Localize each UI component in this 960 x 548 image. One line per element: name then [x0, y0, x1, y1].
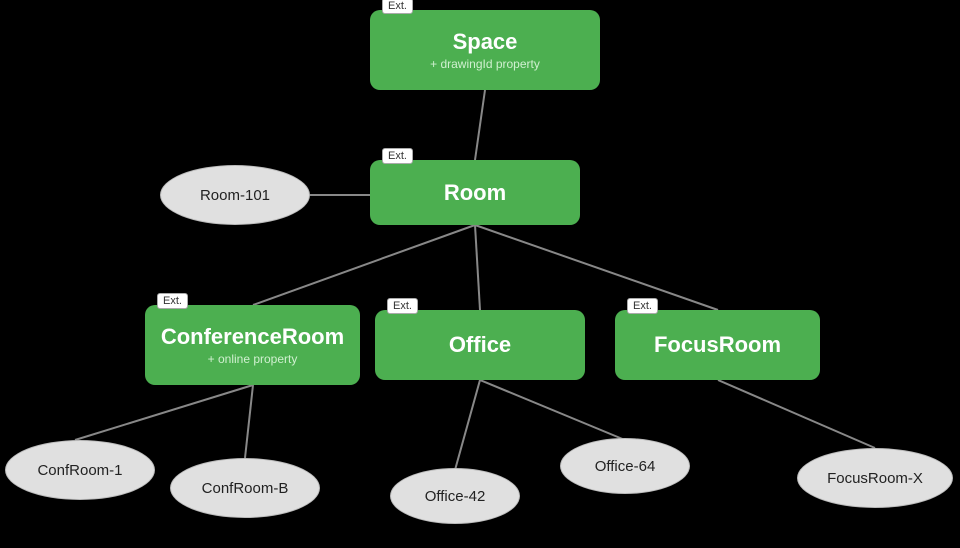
confroomB-ellipse: ConfRoom-B [170, 458, 320, 518]
office64-ellipse: Office-64 [560, 438, 690, 494]
confroom1-ellipse: ConfRoom-1 [5, 440, 155, 500]
office-label: Office [449, 332, 511, 358]
focusroomX-ellipse: FocusRoom-X [797, 448, 953, 508]
focus-room-node: Ext. FocusRoom [615, 310, 820, 380]
office42-label: Office-42 [425, 488, 486, 505]
focusroomX-label: FocusRoom-X [827, 470, 923, 487]
conference-room-label: ConferenceRoom [161, 324, 344, 350]
conference-room-ext-badge: Ext. [157, 293, 188, 309]
office-ext-badge: Ext. [387, 298, 418, 314]
focus-room-label: FocusRoom [654, 332, 781, 358]
room-ext-badge: Ext. [382, 148, 413, 164]
room101-label: Room-101 [200, 187, 270, 204]
office42-ellipse: Office-42 [390, 468, 520, 524]
office-node: Ext. Office [375, 310, 585, 380]
space-ext-badge: Ext. [382, 0, 413, 14]
room-label: Room [444, 180, 506, 206]
focus-room-ext-badge: Ext. [627, 298, 658, 314]
conference-room-sublabel: + online property [208, 352, 298, 366]
confroomB-label: ConfRoom-B [202, 480, 289, 497]
conference-room-node: Ext. ConferenceRoom + online property [145, 305, 360, 385]
space-sublabel: + drawingId property [430, 57, 540, 71]
space-node: Ext. Space + drawingId property [370, 10, 600, 90]
space-label: Space [453, 29, 518, 55]
confroom1-label: ConfRoom-1 [37, 462, 122, 479]
office64-label: Office-64 [595, 458, 656, 475]
room-node: Ext. Room [370, 160, 580, 225]
room101-ellipse: Room-101 [160, 165, 310, 225]
